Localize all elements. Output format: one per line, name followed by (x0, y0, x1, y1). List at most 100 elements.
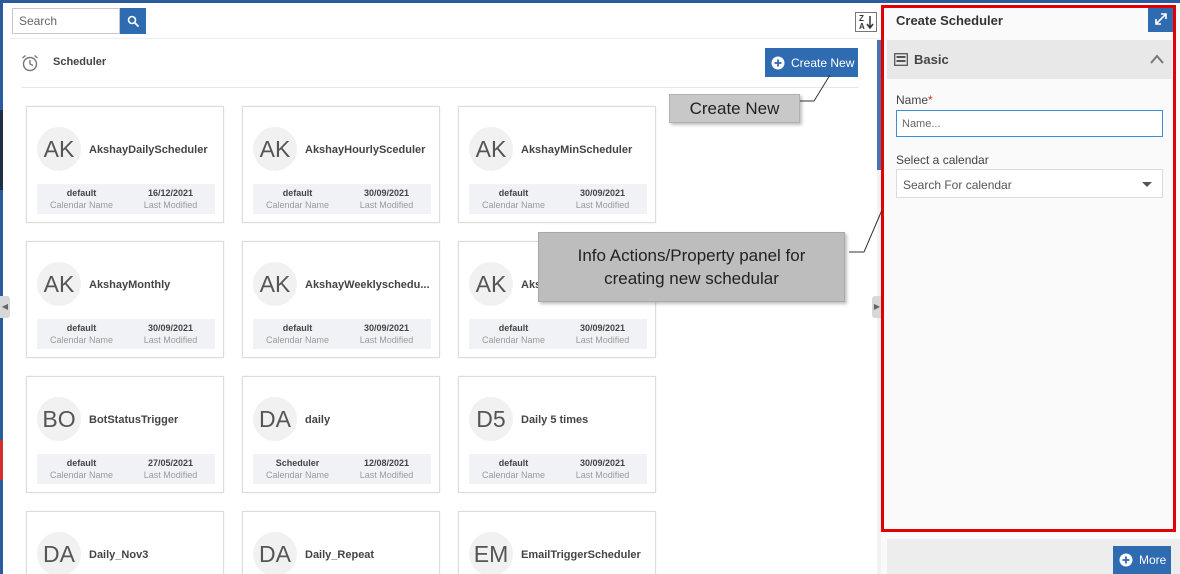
card-meta: default Calendar Name 30/09/2021 Last Modif… (37, 319, 215, 349)
last-modified-cell: 30/09/2021 Last Modified (558, 322, 647, 346)
scheduler-card[interactable]: BO BotStatusTrigger default Calendar Name 27… (26, 376, 224, 493)
plus-circle-icon (771, 56, 785, 69)
calendar-name-label: Calendar Name (481, 470, 546, 480)
last-modified-value: 12/08/2021 (363, 458, 410, 468)
calendar-name-value: default (498, 323, 529, 333)
avatar: AK (253, 262, 297, 306)
collapse-left-handle[interactable]: ◀ (0, 296, 10, 318)
last-modified-cell: 30/09/2021 Last Modified (558, 187, 647, 211)
last-modified-value: 30/09/2021 (147, 323, 194, 333)
last-modified-label: Last Modified (143, 200, 198, 210)
last-modified-label: Last Modified (359, 335, 414, 345)
calendar-name-cell: default Calendar Name (469, 457, 558, 481)
sort-az-icon[interactable]: Z A (855, 12, 877, 32)
more-label: More (1139, 553, 1167, 567)
avatar: D5 (469, 397, 513, 441)
calendar-name-cell: default Calendar Name (37, 322, 126, 346)
last-modified-value: 30/09/2021 (579, 188, 626, 198)
scheduler-card[interactable]: DA Daily_Repeat (242, 511, 440, 574)
scheduler-name: AkshayMonthly (89, 279, 171, 291)
calendar-name-value: default (498, 458, 529, 468)
calendar-name-value: Scheduler (275, 458, 320, 468)
scheduler-name: EmailTriggerScheduler (521, 549, 641, 561)
callout-info-line1: Info Actions/Property panel for (577, 246, 806, 265)
calendar-name-label: Calendar Name (481, 200, 546, 210)
scheduler-name: AkshayDailyScheduler (89, 144, 208, 156)
window-frame-left-marker (0, 440, 3, 480)
scheduler-name: Daily_Nov3 (89, 549, 149, 561)
calendar-name-value: default (66, 458, 97, 468)
scheduler-name: daily (305, 414, 331, 426)
avatar: AK (253, 127, 297, 171)
last-modified-label: Last Modified (575, 335, 630, 345)
create-new-label: Create New (791, 55, 855, 70)
calendar-name-value: default (282, 188, 313, 198)
calendar-name-cell: default Calendar Name (37, 457, 126, 481)
svg-text:A: A (859, 22, 865, 31)
last-modified-cell: 30/09/2021 Last Modified (126, 322, 215, 346)
scheduler-card[interactable]: AK AkshayMonthly default Calendar Name 30/09… (26, 241, 224, 358)
card-meta: default Calendar Name 16/12/2021 Last Modif… (37, 184, 215, 214)
scheduler-name: AkshayWeeklyschedu... (305, 279, 430, 291)
card-meta: default Calendar Name 30/09/2021 Last Modif… (469, 454, 647, 484)
avatar: BO (37, 397, 81, 441)
scheduler-card[interactable]: DA Daily_Nov3 (26, 511, 224, 574)
card-meta: default Calendar Name 30/09/2021 Last Modif… (469, 184, 647, 214)
calendar-name-label: Calendar Name (481, 335, 546, 345)
calendar-name-cell: default Calendar Name (469, 322, 558, 346)
last-modified-cell: 30/09/2021 Last Modified (342, 322, 431, 346)
scheduler-card[interactable]: AK AkshayWeeklyschedu... default Calendar N… (242, 241, 440, 358)
calendar-name-cell: Scheduler Calendar Name (253, 457, 342, 481)
search-divider (10, 38, 878, 39)
scheduler-card[interactable]: AK AkshayDailyScheduler default Calendar Na… (26, 106, 224, 223)
calendar-name-label: Calendar Name (49, 200, 114, 210)
last-modified-cell: 30/09/2021 Last Modified (342, 187, 431, 211)
last-modified-cell: 12/08/2021 Last Modified (342, 457, 431, 481)
avatar: EM (469, 532, 513, 574)
window-frame-left-accent (0, 110, 3, 190)
scheduler-card[interactable]: EM EmailTriggerScheduler (458, 511, 656, 574)
calendar-name-value: default (66, 323, 97, 333)
avatar: AK (469, 127, 513, 171)
search-icon (127, 15, 139, 27)
calendar-name-label: Calendar Name (265, 335, 330, 345)
callout-property-panel: Info Actions/Property panel for creating… (538, 232, 845, 302)
last-modified-value: 30/09/2021 (363, 188, 410, 198)
calendar-name-label: Calendar Name (265, 200, 330, 210)
calendar-name-cell: default Calendar Name (253, 322, 342, 346)
last-modified-value: 27/05/2021 (147, 458, 194, 468)
scheduler-card[interactable]: AK AkshayMinScheduler default Calendar Name… (458, 106, 656, 223)
avatar: AK (37, 262, 81, 306)
scheduler-name: BotStatusTrigger (89, 414, 179, 426)
scheduler-card[interactable]: DA daily Scheduler Calendar Name 12/08/2021 L… (242, 376, 440, 493)
card-meta: default Calendar Name 30/09/2021 Last Modif… (253, 319, 431, 349)
search-button[interactable] (120, 8, 146, 34)
more-button[interactable]: More (1113, 546, 1171, 574)
avatar: AK (469, 262, 513, 306)
calendar-name-value: default (66, 188, 97, 198)
plus-circle-icon (1119, 553, 1133, 567)
calendar-name-value: default (282, 323, 313, 333)
card-meta: default Calendar Name 27/05/2021 Last Modif… (37, 454, 215, 484)
calendar-name-label: Calendar Name (49, 470, 114, 480)
header-divider (22, 87, 858, 88)
card-meta: default Calendar Name 30/09/2021 Last Modif… (469, 319, 647, 349)
window-frame-left (0, 0, 3, 574)
last-modified-value: 30/09/2021 (579, 323, 626, 333)
highlight-outline (881, 5, 1176, 532)
last-modified-value: 30/09/2021 (579, 458, 626, 468)
callout-info-line2: creating new schedular (604, 269, 779, 288)
last-modified-label: Last Modified (359, 200, 414, 210)
avatar: DA (37, 532, 81, 574)
last-modified-label: Last Modified (143, 335, 198, 345)
avatar: DA (253, 532, 297, 574)
last-modified-value: 16/12/2021 (147, 188, 194, 198)
search-input[interactable] (12, 8, 120, 34)
page-title: Scheduler (53, 56, 107, 68)
scheduler-card[interactable]: D5 Daily 5 times default Calendar Name 30/09… (458, 376, 656, 493)
scheduler-card[interactable]: AK AkshayHourlySceduler default Calendar Na… (242, 106, 440, 223)
card-meta: Scheduler Calendar Name 12/08/2021 Last Mod… (253, 454, 431, 484)
last-modified-cell: 27/05/2021 Last Modified (126, 457, 215, 481)
calendar-name-cell: default Calendar Name (469, 187, 558, 211)
create-new-button[interactable]: Create New (765, 48, 858, 77)
